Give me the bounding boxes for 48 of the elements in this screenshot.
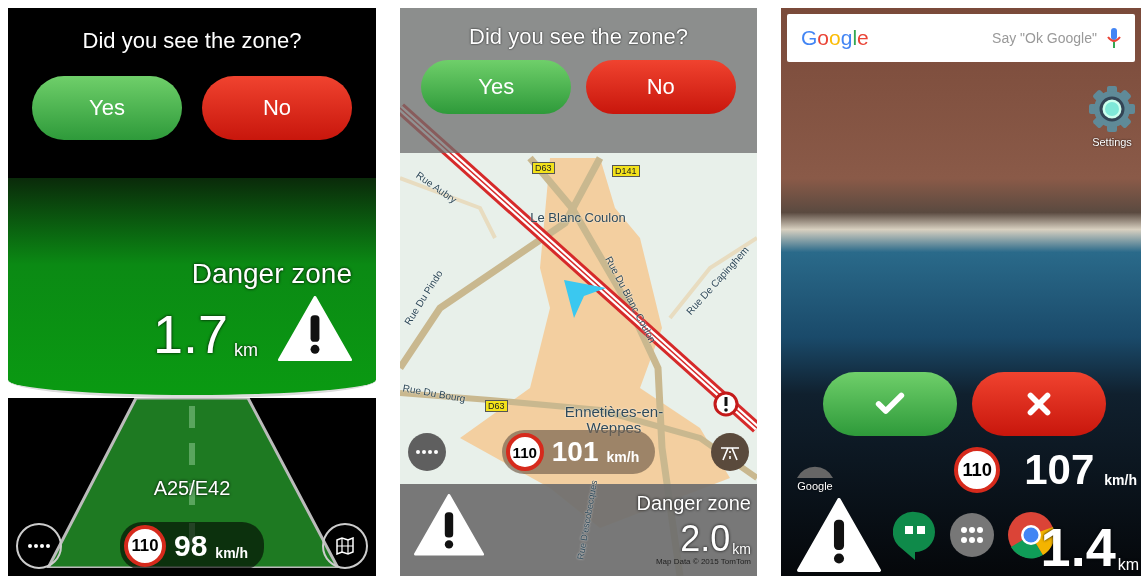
distance-unit: km — [1117, 556, 1139, 574]
more-icon — [415, 449, 439, 455]
distance-value: 1.4 — [1040, 520, 1116, 574]
street-label: Rue Du Bourg — [401, 383, 467, 405]
chat-app-icon[interactable] — [893, 510, 937, 561]
google-logo: Google — [801, 26, 870, 50]
distance-value: 2.0 — [680, 521, 731, 557]
speed-unit: km/h — [215, 545, 249, 561]
warning-icon — [797, 498, 881, 572]
hazard-marker-icon — [713, 391, 739, 417]
no-button[interactable]: No — [585, 60, 736, 114]
search-placeholder: Say "Ok Google" — [992, 30, 1097, 46]
position-arrow-icon — [562, 278, 608, 320]
speed-limit-sign: 110 — [505, 433, 544, 471]
speed-value: 107 — [1024, 446, 1095, 495]
speed-unit: km/h — [1104, 472, 1137, 489]
question-text: Did you see the zone? — [468, 24, 689, 50]
road-name: A25/E42 — [152, 477, 232, 500]
app-drawer-icon[interactable] — [949, 512, 995, 559]
menu-button[interactable] — [16, 523, 62, 569]
speed-value: 98 — [173, 529, 208, 563]
settings-icon[interactable] — [1087, 84, 1137, 134]
map-view-button[interactable] — [322, 523, 368, 569]
road-number-sign: D141 — [612, 165, 640, 177]
warning-icon — [278, 296, 352, 362]
more-icon — [27, 543, 51, 549]
road-number-sign: D63 — [532, 162, 555, 174]
app-label: Settings — [1092, 136, 1132, 148]
map-icon — [335, 537, 355, 555]
question-text: Did you see the zone? — [81, 28, 303, 54]
distance-value: 1.7 — [152, 307, 228, 362]
alert-title: Danger zone — [191, 258, 352, 290]
no-button[interactable]: No — [202, 76, 352, 140]
distance-unit: km — [234, 340, 258, 362]
distance-unit: km — [732, 541, 751, 557]
place-label: Le Blanc Coulon — [530, 211, 626, 225]
app-label: Google — [797, 480, 833, 493]
search-bar[interactable]: Google Say "Ok Google" — [787, 14, 1135, 62]
speed-value: 101 — [551, 436, 599, 468]
warning-icon — [414, 494, 484, 556]
map-attribution: Map Data © 2015 TomTom — [655, 557, 751, 566]
alert-title: Danger zone — [636, 492, 751, 515]
speed-unit: km/h — [606, 449, 640, 465]
road-number-sign: D63 — [485, 400, 508, 412]
place-label: Ennetières-en-Weppes — [563, 404, 665, 436]
microphone-icon — [1107, 27, 1121, 49]
yes-button[interactable]: Yes — [32, 76, 182, 140]
yes-button[interactable]: Yes — [421, 60, 572, 114]
